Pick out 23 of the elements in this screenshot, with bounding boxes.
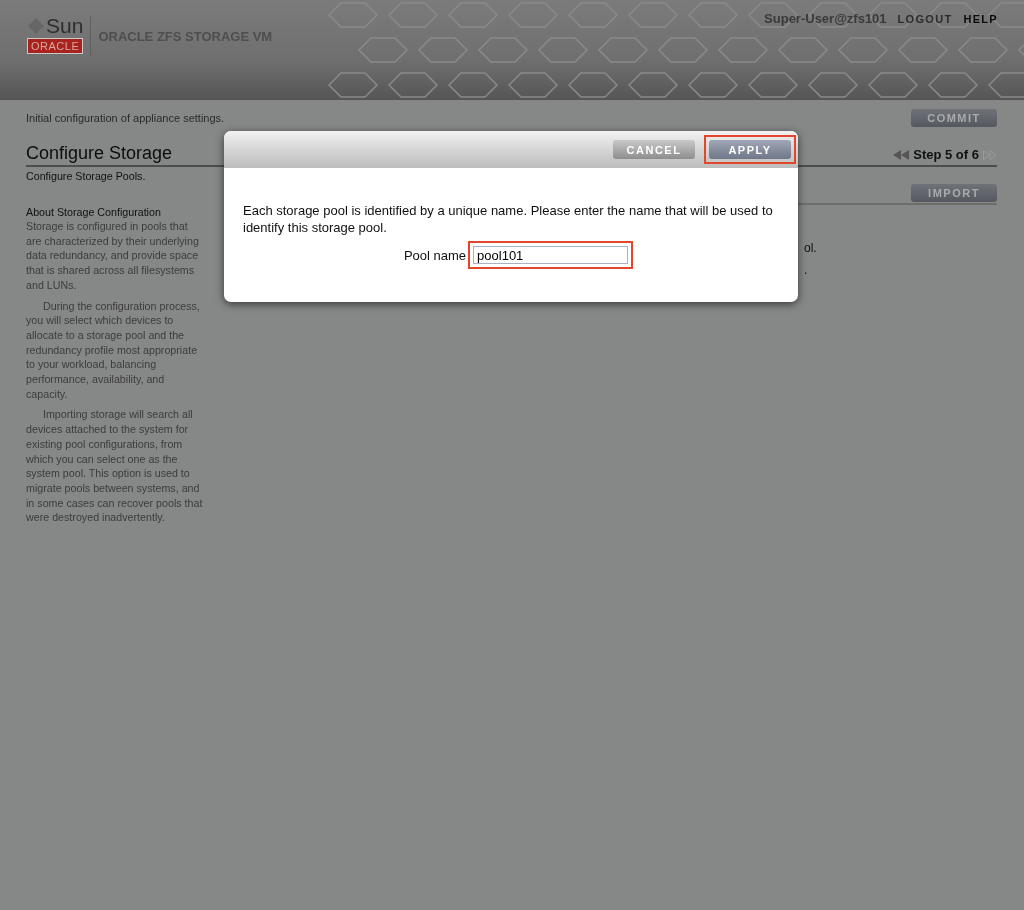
step-indicator: Step 5 of 6 — [913, 147, 979, 162]
page-title: Configure Storage — [26, 143, 173, 164]
page-subtitle: Initial configuration of appliance settings. — [26, 112, 225, 124]
user-name: Super-User@zfs101 — [764, 11, 887, 26]
sidebar-heading: About Storage Configuration — [26, 206, 162, 218]
previous-icon[interactable] — [893, 149, 910, 160]
import-button[interactable]: IMPORT — [911, 184, 997, 202]
sidebar-paragraph: During the configuration process, you will select which devices to allocate to a storage pool and the redundancy profile most appropriate to your workload, balancing performance, availability, and capacity. — [26, 298, 201, 402]
sidebar-paragraph: Storage is configured in pools that are characterized by their underlying data redundancy, and provide space that is shared across all filesystems and LUNs. — [26, 219, 200, 293]
page-description: Configure Storage Pools. — [26, 170, 147, 182]
partial-text: ol. — [804, 240, 818, 257]
apply-button[interactable]: APPLY — [709, 140, 791, 160]
pool-name-field[interactable]: pool101 — [473, 246, 629, 264]
header-link[interactable]: HELP — [963, 13, 998, 25]
partial-text: . — [804, 262, 809, 279]
header-link[interactable]: LOGOUT — [897, 13, 953, 25]
field-label: Pool name — [403, 247, 467, 263]
commit-button[interactable]: COMMIT — [911, 109, 997, 127]
brand-name: Sun — [46, 14, 84, 38]
brand-badge: ORACLE — [27, 38, 84, 54]
sidebar-paragraph: Importing storage will search all devices attached to the system for existing pool configurations, from which you can select one as the system pool. This option is used to migrate pools between systems, and in some cases can recover pools that were destroyed inadvertently. — [26, 407, 204, 526]
dialog-message: Each storage pool is identified by a unique name. Please enter the name that will be used to identify this storage pool. — [243, 202, 774, 236]
cancel-button[interactable]: CANCEL — [613, 140, 695, 160]
